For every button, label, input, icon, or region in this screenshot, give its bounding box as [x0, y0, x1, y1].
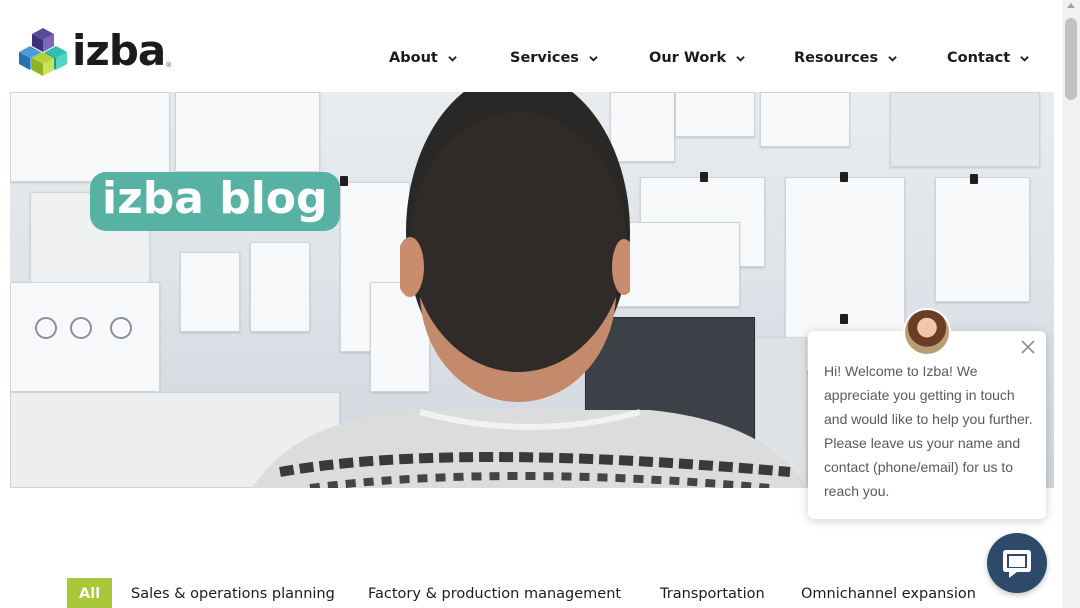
binder-clip: [970, 174, 978, 184]
close-icon[interactable]: [1020, 339, 1036, 355]
scroll-thumb[interactable]: [1065, 18, 1077, 100]
nav-item-label: Resources: [794, 50, 879, 66]
page-scrollbar[interactable]: [1062, 0, 1080, 608]
pinned-sketch: [760, 92, 850, 147]
pinned-sketch: [890, 92, 1040, 167]
chat-agent-avatar: [903, 308, 951, 356]
binder-clip: [700, 172, 708, 182]
pinned-photo: [250, 242, 310, 332]
person-sweater-photo: [252, 409, 808, 488]
nav-item-label: Contact: [947, 50, 1011, 66]
pinned-sketch: [675, 92, 755, 137]
chevron-down-icon: [736, 55, 745, 62]
hero-title: izba blog: [90, 172, 340, 231]
blog-category-tabs: All Sales & operations planning Factory …: [0, 576, 1062, 608]
tab-all[interactable]: All: [67, 578, 113, 608]
tab-transportation[interactable]: Transportation: [660, 586, 765, 602]
tab-factory-production-management[interactable]: Factory & production management: [368, 586, 621, 602]
sketch-figure: [70, 317, 92, 339]
tab-omnichannel-expansion[interactable]: Omnichannel expansion: [801, 586, 976, 602]
chat-icon: [1003, 550, 1031, 578]
site-header: izba ® About Services Our Work Resources…: [0, 0, 1062, 92]
chevron-down-icon: [448, 55, 457, 62]
pinned-photo: [180, 252, 240, 332]
chevron-down-icon: [589, 55, 598, 62]
pinned-sketch: [175, 92, 320, 172]
scroll-up-icon[interactable]: [1067, 3, 1075, 8]
chat-welcome-message: Hi! Welcome to Izba! We appreciate you g…: [824, 363, 1033, 499]
chat-launcher-button[interactable]: [987, 533, 1047, 593]
nav-item-about[interactable]: About: [389, 50, 457, 66]
chevron-down-icon: [1020, 55, 1029, 62]
pinned-sketch: [10, 92, 170, 182]
nav-item-resources[interactable]: Resources: [794, 50, 897, 66]
nav-item-label: Our Work: [649, 50, 727, 66]
nav-item-contact[interactable]: Contact: [947, 50, 1029, 66]
tab-sales-operations-planning[interactable]: Sales & operations planning: [131, 586, 335, 602]
person-head-photo: [400, 92, 630, 402]
main-nav: About Services Our Work Resources Contac…: [0, 50, 1062, 72]
nav-item-services[interactable]: Services: [510, 50, 598, 66]
chevron-down-icon: [888, 55, 897, 62]
nav-item-our-work[interactable]: Our Work: [649, 50, 745, 66]
binder-clip: [340, 176, 348, 186]
sketch-figure: [35, 317, 57, 339]
nav-item-label: Services: [510, 50, 579, 66]
pinned-sketch: [935, 177, 1030, 302]
nav-item-label: About: [389, 50, 438, 66]
chat-welcome-bubble: Hi! Welcome to Izba! We appreciate you g…: [808, 331, 1046, 519]
binder-clip: [840, 172, 848, 182]
binder-clip: [840, 314, 848, 324]
sketch-figure: [110, 317, 132, 339]
